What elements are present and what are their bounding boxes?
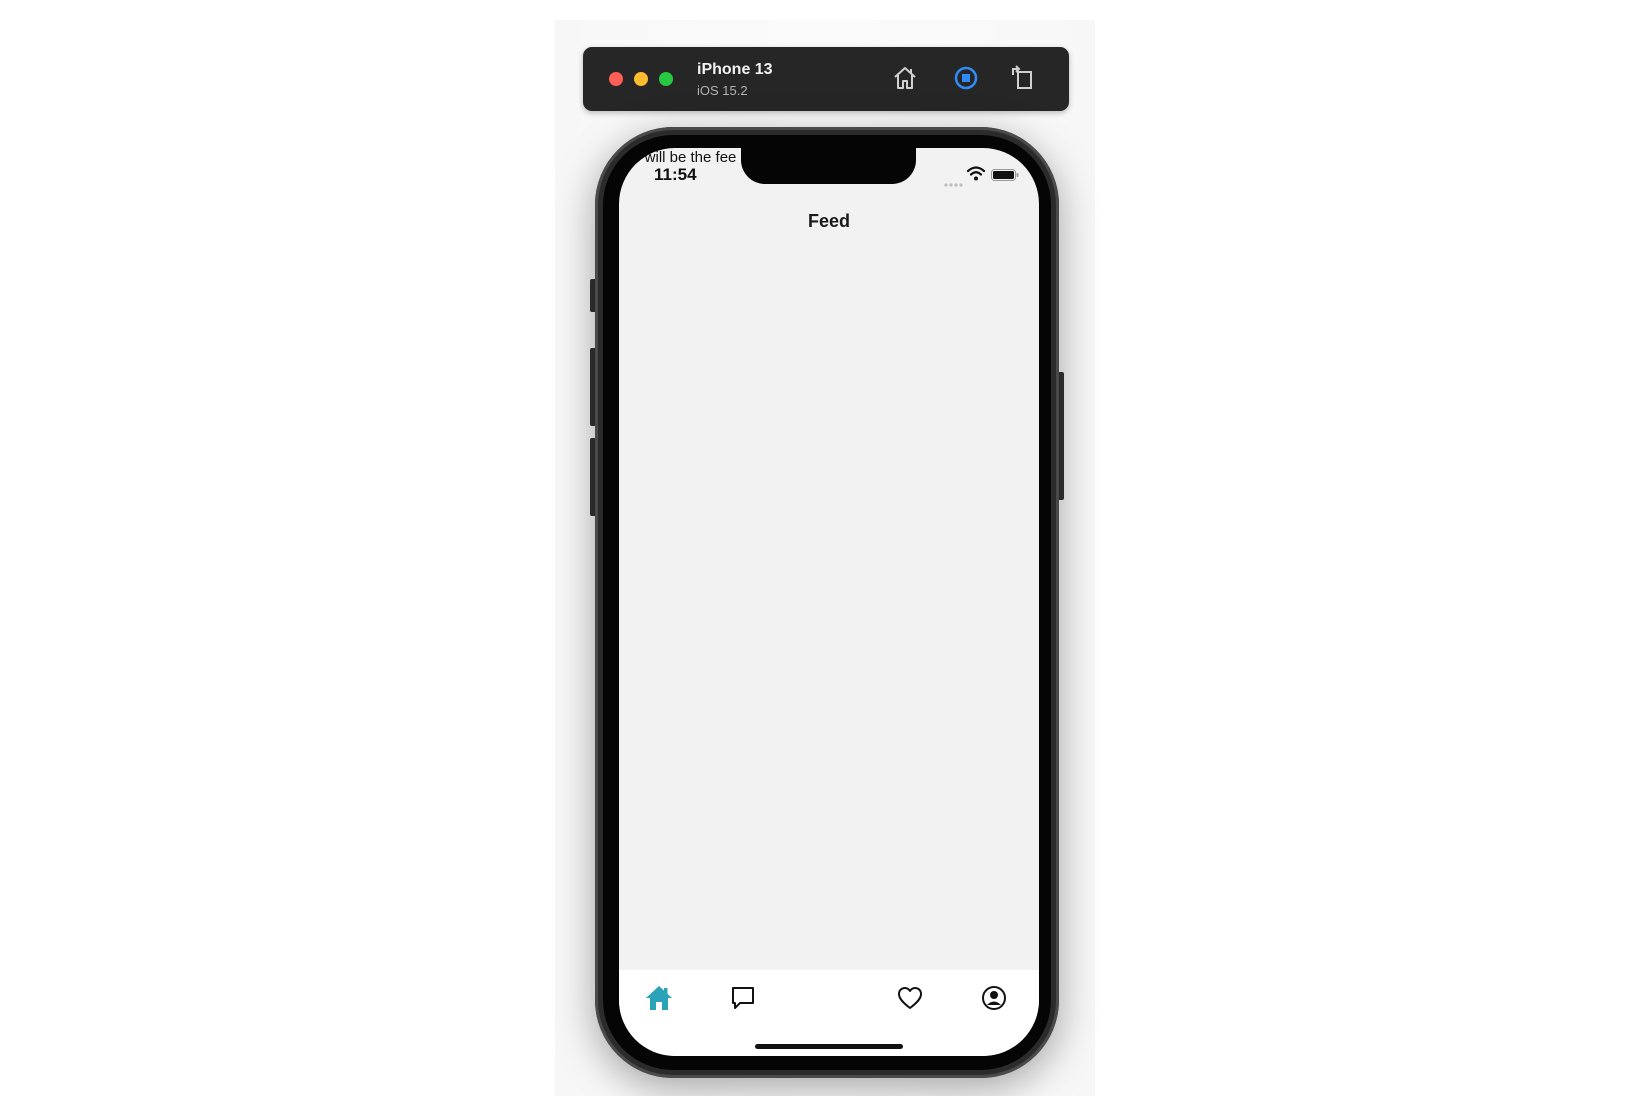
status-time: 11:54 xyxy=(654,165,697,184)
tab-home[interactable] xyxy=(642,983,676,1017)
notch xyxy=(741,148,916,184)
os-version: iOS 15.2 xyxy=(697,83,748,98)
nav-title: Feed xyxy=(807,211,850,231)
profile-icon xyxy=(980,984,1008,1017)
chat-bubble-icon xyxy=(729,984,757,1017)
overflow-text: s will be the fee xyxy=(633,149,737,166)
wifi-icon xyxy=(966,166,986,181)
tab-messages[interactable] xyxy=(726,983,760,1017)
home-icon[interactable] xyxy=(890,63,920,93)
cellular-signal-icon xyxy=(943,175,965,187)
heart-icon xyxy=(896,985,924,1016)
home-indicator[interactable] xyxy=(755,1044,903,1049)
minimize-window-button[interactable] xyxy=(634,72,648,86)
tab-favorites[interactable] xyxy=(893,983,927,1017)
rotate-icon[interactable] xyxy=(1007,63,1037,93)
device-name: iPhone 13 xyxy=(697,61,773,78)
tab-profile[interactable] xyxy=(977,983,1011,1017)
page: iPhone 13 iOS 15.2 s will be the fee 11:… xyxy=(0,0,1650,1096)
home-icon xyxy=(644,984,674,1017)
zoom-window-button[interactable] xyxy=(659,72,673,86)
screenshot-icon[interactable] xyxy=(951,63,981,93)
close-window-button[interactable] xyxy=(609,72,623,86)
app-screen: s will be the fee 11:54 Feed xyxy=(619,148,1039,1056)
battery-icon xyxy=(991,168,1019,181)
simulator-toolbar: iPhone 13 iOS 15.2 xyxy=(583,47,1069,111)
